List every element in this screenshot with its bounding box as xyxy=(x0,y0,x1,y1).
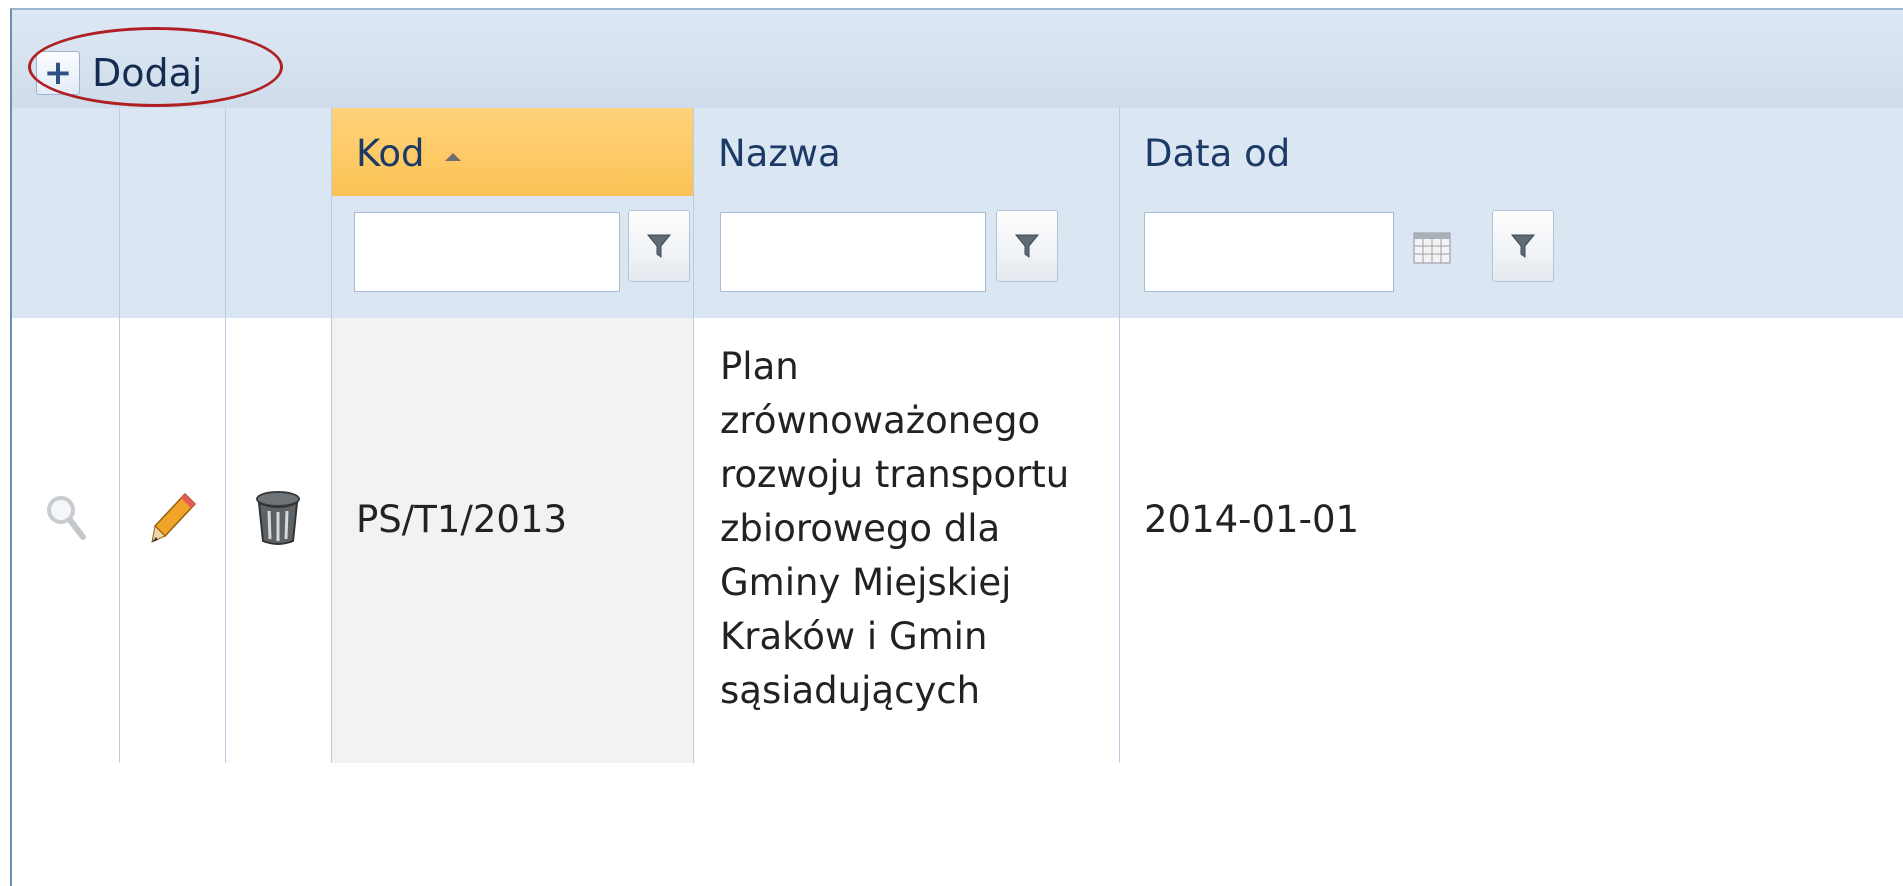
data-od-filter-button[interactable] xyxy=(1492,210,1554,282)
kod-cell: PS/T1/2013 xyxy=(332,318,694,723)
filter-cell-data-od xyxy=(1120,196,1903,318)
next-row-cell xyxy=(12,723,120,763)
sort-ascending-icon xyxy=(444,152,461,161)
nazwa-filter-input[interactable] xyxy=(720,212,986,292)
nazwa-line: zrównoważonego xyxy=(720,399,1041,442)
next-row-cell xyxy=(332,723,694,763)
edit-cell xyxy=(120,318,226,723)
nazwa-line: Kraków i Gmin xyxy=(720,615,988,658)
funnel-icon xyxy=(1014,234,1040,258)
nazwa-line: zbiorowego dla xyxy=(720,507,1001,550)
toolbar: + Dodaj xyxy=(12,10,1903,109)
nazwa-cell: Plan zrównoważonego rozwoju transportu z… xyxy=(694,318,1120,723)
kod-filter-button[interactable] xyxy=(628,210,690,282)
next-row-cell xyxy=(120,723,226,763)
view-cell xyxy=(12,318,120,723)
data-od-value: 2014-01-01 xyxy=(1144,498,1360,541)
kod-filter-input[interactable] xyxy=(354,212,620,292)
filter-empty-2 xyxy=(120,196,226,318)
add-button[interactable]: + Dodaj xyxy=(36,48,202,98)
funnel-icon xyxy=(1510,234,1536,258)
nazwa-value: Plan zrównoważonego rozwoju transportu z… xyxy=(720,340,1069,718)
nazwa-line: Plan xyxy=(720,345,799,388)
funnel-icon xyxy=(646,234,672,258)
header-action-col-3 xyxy=(226,108,332,196)
column-header-data-od[interactable]: Data od xyxy=(1120,108,1903,196)
grid-frame: + Dodaj Kod Nazwa Data od PS/T1/2013 Pla… xyxy=(10,8,1903,886)
filter-cell-nazwa xyxy=(694,196,1120,318)
filter-cell-kod xyxy=(332,196,694,318)
filter-empty-3 xyxy=(226,196,332,318)
table-row-partial xyxy=(12,723,1903,763)
data-od-filter-input[interactable] xyxy=(1144,212,1394,292)
header-action-col-1 xyxy=(12,108,120,196)
magnifier-icon[interactable] xyxy=(36,488,96,548)
header-row: Kod Nazwa Data od xyxy=(12,108,1903,197)
header-action-col-2 xyxy=(120,108,226,196)
column-header-nazwa[interactable]: Nazwa xyxy=(694,108,1120,196)
filter-row xyxy=(12,196,1903,320)
table-row: PS/T1/2013 Plan zrównoważonego rozwoju t… xyxy=(12,318,1903,724)
column-header-label: Nazwa xyxy=(718,132,841,175)
column-header-label: Kod xyxy=(356,132,425,175)
nazwa-filter-button[interactable] xyxy=(996,210,1058,282)
calendar-icon[interactable] xyxy=(1410,226,1454,270)
delete-cell xyxy=(226,318,332,723)
column-header-label: Data od xyxy=(1144,132,1291,175)
plus-icon: + xyxy=(36,51,80,95)
next-row-cell xyxy=(694,723,1120,763)
trash-icon[interactable] xyxy=(248,488,308,548)
nazwa-line: rozwoju transportu xyxy=(720,453,1070,496)
data-od-cell: 2014-01-01 xyxy=(1120,318,1903,723)
pencil-icon[interactable] xyxy=(144,488,204,548)
kod-value: PS/T1/2013 xyxy=(356,498,568,541)
add-button-label: Dodaj xyxy=(92,51,203,95)
next-row-cell xyxy=(226,723,332,763)
nazwa-line: Gminy Miejskiej xyxy=(720,561,1012,604)
column-header-kod[interactable]: Kod xyxy=(332,108,694,196)
filter-empty-1 xyxy=(12,196,120,318)
nazwa-line: sąsiadujących xyxy=(720,669,981,712)
